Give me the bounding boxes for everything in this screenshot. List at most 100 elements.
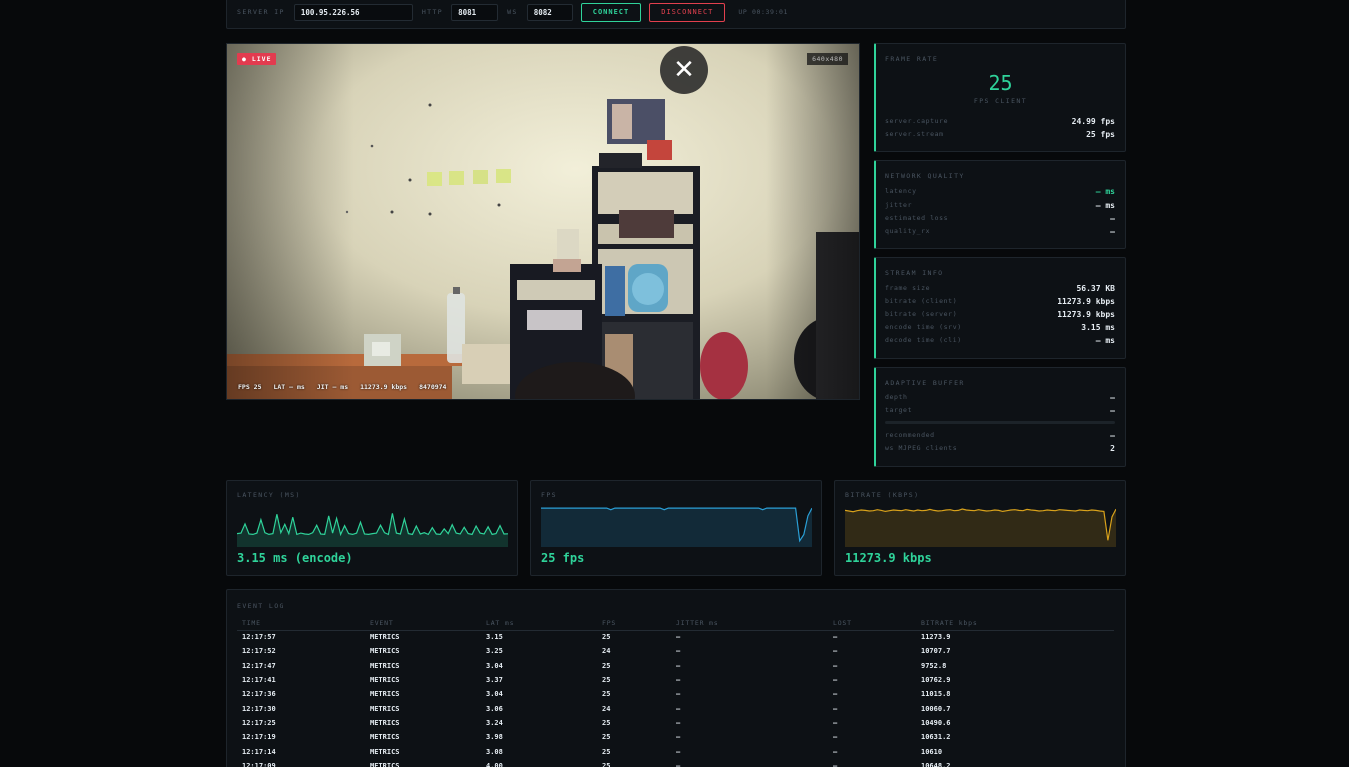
table-cell: — [676, 647, 681, 656]
kv-value: — ms [1095, 335, 1115, 345]
http-port-input[interactable]: 8081 [451, 3, 499, 21]
bitrate-readout: 11273.9 kbps [845, 551, 932, 565]
table-cell: 9752.8 [921, 661, 947, 670]
table-cell: 25 [602, 633, 611, 642]
table-cell: 3.25 [486, 647, 503, 656]
fps-sublabel: FPS CLIENT [973, 97, 1028, 105]
hud-fps: FPS 25 [238, 383, 262, 391]
hud-frames: 8470974 [419, 383, 447, 391]
close-button[interactable]: ✕ [660, 46, 708, 94]
table-row: 12:17:14 METRICS 3.08 25 — — 10610 [237, 744, 1114, 758]
frame-rate-title: FRAME RATE [885, 55, 939, 63]
stream-info-panel: STREAM INFO frame size 56.37 KB bitrate (… [874, 257, 1126, 359]
table-cell: 12:17:36 [242, 690, 276, 699]
kv-key: depth [885, 393, 908, 401]
table-cell: — [676, 761, 681, 767]
table-cell: 10631.2 [921, 733, 951, 742]
table-cell: — [676, 676, 681, 685]
table-cell: METRICS [370, 690, 400, 699]
kv-key: encode time (srv) [885, 323, 962, 331]
table-cell: 3.04 [486, 690, 503, 699]
table-cell: 12:17:19 [242, 733, 276, 742]
http-port-label: HTTP [421, 8, 444, 16]
table-row: 12:17:25 METRICS 3.24 25 — — 10490.6 [237, 716, 1114, 730]
event-log-table: TIME EVENT LAT ms FPS JITTER ms LOST BITRATE k… [237, 616, 1114, 767]
event-log-title: EVENT LOG [237, 602, 285, 610]
adaptive-buffer-panel: ADAPTIVE BUFFER depth — target — recommend… [874, 367, 1126, 467]
kv-value: — [1110, 392, 1115, 402]
table-cell: 25 [602, 733, 611, 742]
fps-readout: 25 fps [541, 551, 585, 565]
connect-button[interactable]: CONNECT [580, 2, 642, 22]
kv-value: — ms [1095, 200, 1115, 210]
disconnect-button[interactable]: DISCONNECT [649, 2, 726, 22]
table-row: 12:17:30 METRICS 3.06 24 — — 10060.7 [237, 701, 1114, 715]
kv-row: frame size 56.37 KB [885, 282, 1115, 294]
table-cell: 3.15 [486, 633, 503, 642]
column-header: FPS [597, 616, 671, 631]
table-cell: 11273.9 [921, 633, 951, 642]
kv-key: ws MJPEG clients [885, 444, 958, 452]
table-row: 12:17:36 METRICS 3.04 25 — — 11015.8 [237, 687, 1114, 701]
table-cell: 25 [602, 690, 611, 699]
kv-value: 11273.9 kbps [1057, 296, 1115, 306]
table-cell: — [676, 704, 681, 713]
table-cell: 10610 [921, 747, 943, 756]
frame-rate-panel: FRAME RATE 25 FPS CLIENT server.capture 2… [874, 43, 1126, 152]
table-cell: 24 [602, 647, 611, 656]
resolution-badge: 640x480 [807, 53, 848, 65]
kv-key: server.stream [885, 130, 944, 138]
event-log-body: 12:17:57 METRICS 3.15 25 — — 11273.9 12:17:52 ME… [237, 630, 1114, 767]
table-cell: 12:17:25 [242, 718, 276, 727]
table-row: 12:17:19 METRICS 3.98 25 — — 10631.2 [237, 730, 1114, 744]
column-header: BITRATE kbps [916, 616, 1114, 631]
connection-row: SERVER IP 100.95.226.56 HTTP 8081 WS 808… [237, 2, 789, 22]
table-cell: 12:17:52 [242, 647, 276, 656]
table-cell: 12:17:14 [242, 747, 276, 756]
table-cell: — [833, 633, 838, 642]
kv-row: bitrate (server) 11273.9 kbps [885, 308, 1115, 320]
network-quality-panel: NETWORK QUALITY latency — ms jitter — ms e… [874, 160, 1126, 249]
ws-port-input[interactable]: 8082 [526, 3, 573, 21]
server-ip-label: SERVER IP [237, 8, 285, 16]
latency-readout: 3.15 ms (encode) [237, 551, 353, 565]
bitrate-chart [845, 508, 1116, 547]
server-ip-input[interactable]: 100.95.226.56 [293, 3, 413, 21]
bitrate-chart-panel: BITRATE (KBPS) 11273.9 kbps [834, 480, 1126, 576]
table-cell: 10060.7 [921, 704, 951, 713]
kv-key: bitrate (server) [885, 310, 958, 318]
table-cell: 3.06 [486, 704, 503, 713]
kv-row: decode time (cli) — ms [885, 334, 1115, 346]
uptime-text: UP 00:39:01 [738, 8, 789, 16]
table-cell: 3.24 [486, 718, 503, 727]
kv-value: — ms [1095, 186, 1115, 196]
table-cell: 12:17:09 [242, 761, 276, 767]
column-header: JITTER ms [671, 616, 828, 631]
camera-frame-image [227, 44, 859, 399]
kv-value: — [1110, 213, 1115, 223]
latency-chart [237, 513, 508, 547]
kv-row: ws MJPEG clients 2 [885, 442, 1115, 454]
kv-row: server.stream 25 fps [885, 128, 1115, 140]
kv-row: recommended — [885, 429, 1115, 441]
table-cell: — [676, 633, 681, 642]
table-cell: 10490.6 [921, 718, 951, 727]
table-cell: — [676, 690, 681, 699]
hud-jitter: JIT — ms [316, 383, 349, 391]
table-cell: 3.37 [486, 676, 503, 685]
table-cell: METRICS [370, 704, 400, 713]
kv-key: frame size [885, 284, 931, 292]
table-cell: — [833, 704, 838, 713]
live-badge: ● LIVE [237, 53, 277, 65]
table-cell: 10762.9 [921, 676, 951, 685]
table-cell: METRICS [370, 747, 400, 756]
kv-row: estimated loss — [885, 212, 1115, 224]
fps-value: 25 [988, 71, 1013, 95]
kv-key: bitrate (client) [885, 297, 958, 305]
kv-key: decode time (cli) [885, 336, 962, 344]
video-feed[interactable]: ● LIVE 640x480 ✕ FPS 25 LAT — ms JIT — m… [226, 43, 860, 400]
kv-key: target [885, 406, 913, 414]
kv-value: 24.99 fps [1071, 116, 1115, 126]
fps-chart-title: FPS [541, 491, 557, 499]
table-cell: — [833, 661, 838, 670]
